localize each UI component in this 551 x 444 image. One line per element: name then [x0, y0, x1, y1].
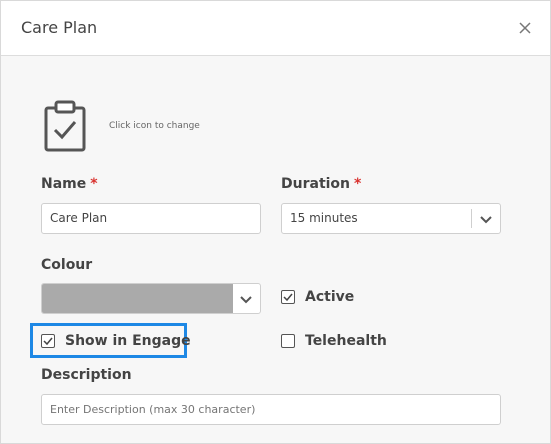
- care-plan-dialog: Care Plan Click icon to change Name * Car…: [0, 0, 551, 444]
- checkbox-box[interactable]: [41, 334, 55, 348]
- dialog-title: Care Plan: [21, 18, 98, 37]
- name-label: Name *: [41, 176, 98, 192]
- dialog-header: Care Plan: [1, 1, 550, 56]
- show-in-engage-label: Show in Engage: [65, 333, 191, 349]
- duration-select[interactable]: 15 minutes: [281, 203, 501, 234]
- chevron-down-icon[interactable]: [478, 211, 494, 227]
- colour-swatch: [42, 284, 233, 313]
- select-divider: [471, 209, 472, 228]
- telehealth-checkbox[interactable]: Telehealth: [281, 333, 387, 349]
- clipboard-check-icon[interactable]: [43, 100, 87, 152]
- required-marker: *: [354, 176, 362, 192]
- close-icon[interactable]: [514, 17, 536, 39]
- telehealth-label: Telehealth: [305, 333, 387, 349]
- duration-value: 15 minutes: [290, 211, 358, 225]
- checkbox-box[interactable]: [281, 290, 295, 304]
- description-input[interactable]: [41, 394, 501, 425]
- chevron-down-icon[interactable]: [238, 291, 254, 307]
- show-in-engage-checkbox[interactable]: Show in Engage: [41, 333, 191, 349]
- active-checkbox[interactable]: Active: [281, 289, 354, 305]
- active-label: Active: [305, 289, 355, 305]
- icon-hint: Click icon to change: [109, 121, 200, 131]
- duration-label: Duration *: [281, 176, 362, 192]
- checkbox-box[interactable]: [281, 334, 295, 348]
- colour-picker[interactable]: [41, 283, 261, 314]
- required-marker: *: [90, 176, 98, 192]
- colour-label: Colour: [41, 257, 93, 273]
- description-label: Description: [41, 367, 132, 383]
- name-input[interactable]: Care Plan: [41, 203, 261, 234]
